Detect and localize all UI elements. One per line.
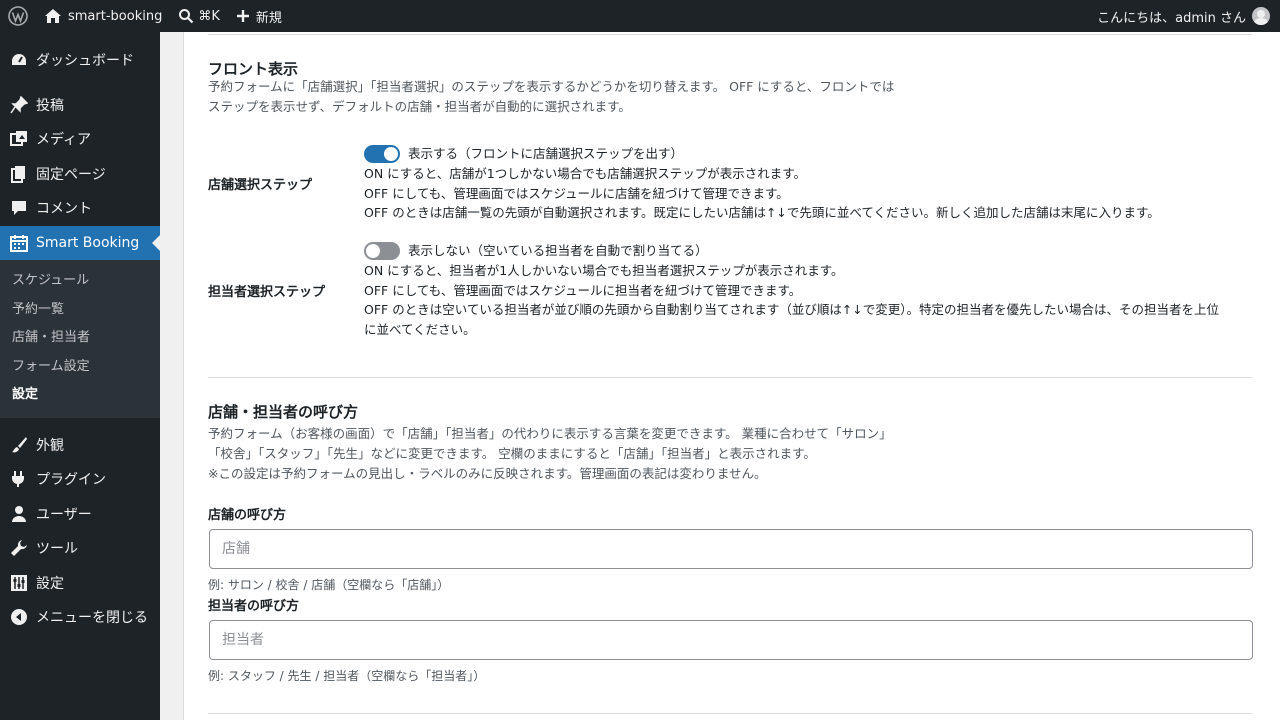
main-content: フロント表示 予約フォームに「店舗選択」「担当者選択」のステップを表示するかどう… — [160, 32, 1280, 720]
store-name-label: 店舗の呼び方 — [208, 508, 287, 523]
naming-title: 店舗・担当者の呼び方 — [208, 403, 359, 421]
store-step-toggle[interactable] — [364, 145, 400, 163]
description-line: 予約フォーム（お客様の画面）で「店舗」「担当者」の代わりに表示する言葉を変更でき… — [208, 426, 892, 441]
description-line: 予約フォームに「店舗選択」「担当者選択」のステップを表示するかどうかを切り替えま… — [208, 79, 895, 94]
sidebar-item-media[interactable]: メディア — [0, 122, 160, 157]
staff-step-field: 表示しない（空いている担当者を自動で割り当てる） ON にすると、担当者が1人し… — [364, 241, 1254, 339]
sidebar-item-label: プラグイン — [36, 472, 106, 489]
sidebar-item-label: 固定ページ — [36, 166, 106, 183]
staff-step-toggle[interactable] — [364, 242, 400, 260]
sidebar-item-label: メディア — [36, 132, 92, 149]
collapse-menu-button[interactable]: メニューを閉じる — [0, 600, 160, 635]
store-step-note: OFF のときは店舗一覧の先頭が自動選択されます。既定にしたい店舗は↑↓で先頭に… — [364, 205, 1160, 221]
media-icon — [10, 130, 28, 148]
search-link[interactable]: ⌘K — [170, 0, 228, 32]
sidebar-item-users[interactable]: ユーザー — [0, 497, 160, 532]
sidebar-item-comments[interactable]: コメント — [0, 191, 160, 226]
search-icon — [178, 8, 194, 24]
naming-description: 予約フォーム（お客様の画面）で「店舗」「担当者」の代わりに表示する言葉を変更でき… — [208, 424, 892, 484]
settings-panel: フロント表示 予約フォームに「店舗選択」「担当者選択」のステップを表示するかどう… — [183, 32, 1280, 720]
search-shortcut: ⌘K — [198, 8, 220, 24]
staff-step-toggle-row: 表示しない（空いている担当者を自動で割り当てる） — [364, 241, 1254, 261]
staff-step-toggle-text: 表示しない（空いている担当者を自動で割り当てる） — [408, 243, 708, 259]
sidebar-item-pages[interactable]: 固定ページ — [0, 157, 160, 192]
description-line: ※この設定は予約フォームの見出し・ラベルのみに反映されます。管理画面の表記は変わ… — [208, 466, 767, 481]
submenu-item-schedule[interactable]: スケジュール — [0, 267, 160, 296]
new-label: 新規 — [255, 10, 282, 26]
staff-name-input[interactable] — [209, 620, 1253, 660]
sidebar-item-dashboard[interactable]: ダッシュボード — [0, 43, 160, 78]
user-icon — [10, 505, 28, 523]
smart-booking-submenu: スケジュール 予約一覧 店舗・担当者 フォーム設定 設定 — [0, 260, 160, 418]
submenu-item-reservations[interactable]: 予約一覧 — [0, 296, 160, 325]
sidebar-item-label: コメント — [36, 201, 92, 218]
staff-step-note: ON にすると、担当者が1人しかいない場合でも担当者選択ステップが表示されます。 — [364, 263, 844, 278]
front-display-description: 予約フォームに「店舗選択」「担当者選択」のステップを表示するかどうかを切り替えま… — [208, 77, 894, 117]
sidebar-item-tools[interactable]: ツール — [0, 531, 160, 566]
staff-step-note: に並べてください。 — [364, 321, 476, 337]
avatar — [1252, 7, 1270, 25]
sidebar-item-plugins[interactable]: プラグイン — [0, 462, 160, 497]
staff-name-label: 担当者の呼び方 — [208, 599, 300, 614]
staff-name-hint: 例: スタッフ / 先生 / 担当者（空欄なら「担当者」） — [208, 669, 486, 683]
section-divider — [208, 713, 1252, 714]
sidebar-item-label: ダッシュボード — [36, 53, 134, 70]
submenu-item-stores-staff[interactable]: 店舗・担当者 — [0, 324, 160, 353]
description-line: 「校舎」「スタッフ」「先生」などに変更できます。 空欄のままにすると「店舗」「担… — [208, 446, 816, 461]
sidebar-item-label: メニューを閉じる — [36, 610, 148, 627]
sidebar-item-label: Smart Booking — [36, 234, 140, 251]
sidebar-item-label: ツール — [36, 541, 78, 558]
store-name-input[interactable] — [209, 529, 1253, 569]
section-divider — [208, 377, 1252, 378]
store-step-toggle-text: 表示する（フロントに店舗選択ステップを出す） — [408, 146, 684, 162]
account-menu[interactable]: こんにちは、admin さん — [1089, 0, 1280, 32]
description-line: ステップを表示せず、デフォルトの店舗・担当者が自動的に選択されます。 — [208, 99, 631, 114]
staff-step-label: 担当者選択ステップ — [208, 285, 326, 300]
pin-icon — [10, 95, 28, 114]
home-icon — [44, 8, 62, 24]
dashboard-icon — [10, 51, 28, 69]
store-step-field: 表示する（フロントに店舗選択ステップを出す） ON にすると、店舗が1つしかない… — [364, 144, 1160, 223]
store-step-note: ON にすると、店舗が1つしかない場合でも店舗選択ステップが表示されます。 — [364, 166, 806, 181]
sidebar-item-label: 投稿 — [36, 97, 64, 114]
store-step-label: 店舗選択ステップ — [208, 178, 313, 193]
top-divider — [208, 34, 1252, 35]
admin-sidebar: ダッシュボード 投稿 メディア 固定ページ コメント Smart Booking… — [0, 32, 160, 720]
greeting: こんにちは、admin さん — [1097, 10, 1246, 26]
pages-icon — [10, 165, 28, 183]
new-content-link[interactable]: 新規 — [228, 0, 290, 32]
sidebar-item-label: ユーザー — [36, 506, 92, 523]
brush-icon — [10, 436, 28, 454]
collapse-arrow-icon — [10, 608, 28, 626]
comment-icon — [10, 199, 28, 217]
sidebar-item-label: 外観 — [36, 437, 64, 454]
sidebar-item-label: 設定 — [36, 575, 64, 592]
wordpress-logo-icon[interactable] — [0, 0, 36, 32]
plugin-icon — [10, 470, 28, 488]
site-name-link[interactable]: smart-booking — [36, 0, 170, 32]
store-step-note: OFF にしても、管理画面ではスケジュールに店舗を紐づけて管理できます。 — [364, 185, 789, 201]
sidebar-item-settings[interactable]: 設定 — [0, 566, 160, 601]
settings-sliders-icon — [10, 574, 28, 592]
sidebar-item-appearance[interactable]: 外観 — [0, 428, 160, 463]
admin-bar: smart-booking ⌘K 新規 こんにちは、admin さん — [0, 0, 1280, 32]
store-name-hint: 例: サロン / 校舎 / 店舗（空欄なら「店舗」） — [208, 578, 450, 592]
submenu-item-settings[interactable]: 設定 — [0, 381, 160, 410]
staff-step-note: OFF にしても、管理画面ではスケジュールに担当者を紐づけて管理できます。 — [364, 282, 802, 298]
front-display-title: フロント表示 — [208, 60, 299, 78]
calendar-icon — [10, 234, 28, 252]
staff-step-note: OFF のときは空いている担当者が並び順の先頭から自動割り当てされます（並び順は… — [364, 302, 1220, 318]
site-name: smart-booking — [68, 8, 163, 24]
store-step-toggle-row: 表示する（フロントに店舗選択ステップを出す） — [364, 144, 1160, 164]
wrench-icon — [10, 539, 28, 557]
sidebar-item-smart-booking[interactable]: Smart Booking — [0, 225, 160, 260]
submenu-item-form-settings[interactable]: フォーム設定 — [0, 353, 160, 382]
plus-icon — [236, 9, 250, 23]
sidebar-item-posts[interactable]: 投稿 — [0, 88, 160, 123]
